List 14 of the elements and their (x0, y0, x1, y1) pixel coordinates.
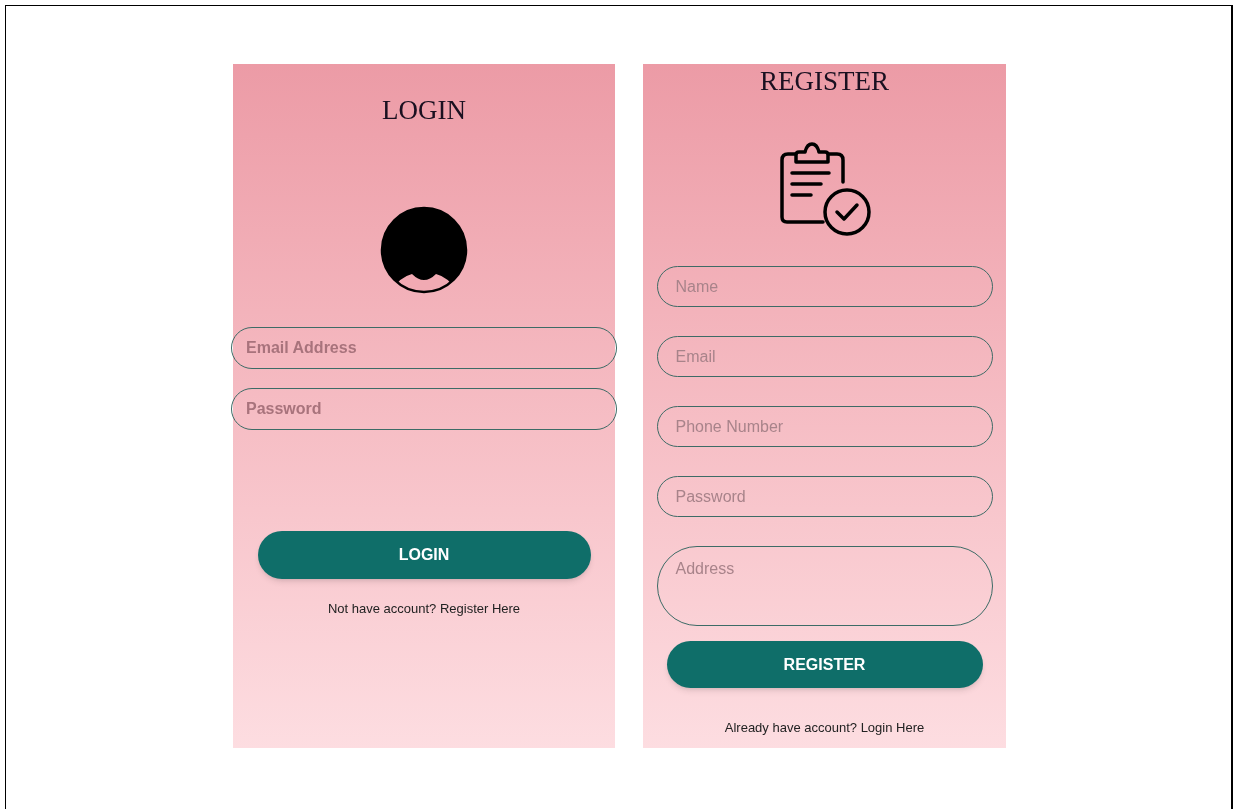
input-field[interactable]: Password (656, 476, 993, 517)
login-button[interactable]: LOGIN (257, 531, 591, 579)
screen-title: LOGIN (382, 94, 466, 126)
input-field[interactable]: Email (656, 336, 993, 377)
input-field[interactable]: Phone Number (656, 406, 993, 447)
register-link[interactable]: Not have account? Register Here (327, 599, 521, 619)
input-field[interactable]: Name (656, 266, 993, 307)
login-link[interactable]: Already have account? Login Here (724, 718, 925, 738)
address-field[interactable]: Address (656, 546, 993, 626)
register-button[interactable]: REGISTER (666, 641, 983, 688)
input-field[interactable]: Email Address (231, 327, 617, 369)
screen-title: REGISTER (760, 65, 889, 97)
clipboard-check-icon (779, 142, 873, 238)
input-field[interactable]: Password (231, 388, 617, 430)
